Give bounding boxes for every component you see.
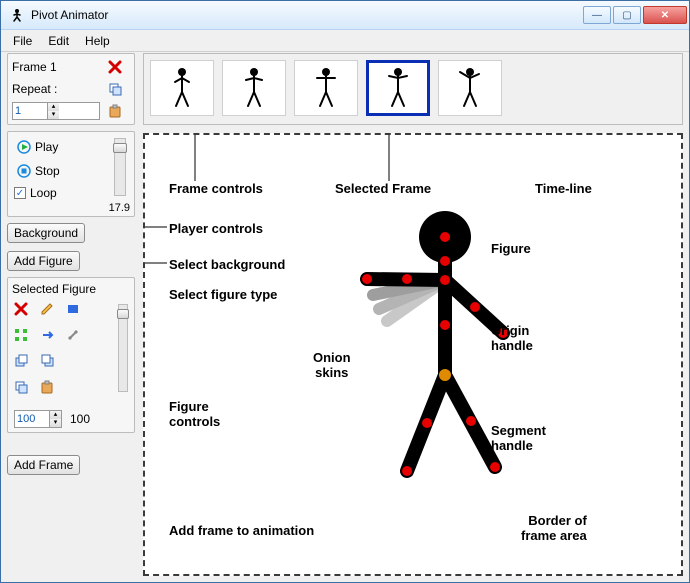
- play-label: Play: [35, 140, 58, 154]
- app-window: Pivot Animator — ▢ ✕ File Edit Help Fram…: [0, 0, 690, 583]
- edit-figure-icon[interactable]: [38, 300, 56, 318]
- selected-figure-header: Selected Figure: [12, 282, 130, 296]
- timeline-frame[interactable]: [222, 60, 286, 116]
- annot-add-frame: Add frame to animation: [169, 523, 314, 538]
- menu-edit[interactable]: Edit: [40, 32, 77, 50]
- app-icon: [9, 7, 25, 23]
- left-column: Frame 1 Repeat : ▴▾: [7, 53, 135, 481]
- timeline-frame[interactable]: [150, 60, 214, 116]
- minimize-button[interactable]: —: [583, 6, 611, 24]
- annot-border: Border of frame area: [521, 513, 587, 543]
- join-figure-icon[interactable]: [64, 326, 82, 344]
- figure-tools-grid: [12, 300, 130, 400]
- annot-player-controls: Player controls: [169, 221, 263, 236]
- close-button[interactable]: ✕: [643, 6, 687, 24]
- paste-figure-icon[interactable]: [38, 378, 56, 396]
- repeat-up[interactable]: ▴: [47, 103, 59, 111]
- loop-label: Loop: [30, 186, 57, 200]
- speed-slider-thumb[interactable]: [113, 143, 127, 153]
- loop-checkbox[interactable]: ✓: [14, 187, 26, 199]
- selected-figure-panel: Selected Figure: [7, 277, 135, 433]
- add-figure-button[interactable]: Add Figure: [7, 251, 80, 271]
- timeline-frame[interactable]: [294, 60, 358, 116]
- menubar: File Edit Help: [1, 30, 689, 52]
- lower-figure-icon[interactable]: [38, 352, 56, 370]
- annot-figure-controls: Figure controls: [169, 399, 220, 429]
- color-figure-icon[interactable]: [64, 300, 82, 318]
- scale-down[interactable]: ▾: [49, 419, 61, 427]
- repeat-spinner[interactable]: ▴▾: [12, 102, 100, 120]
- timeline-frame-selected[interactable]: [366, 60, 430, 116]
- repeat-input[interactable]: [13, 105, 47, 117]
- delete-figure-icon[interactable]: [12, 300, 30, 318]
- background-button[interactable]: Background: [7, 223, 85, 243]
- raise-figure-icon[interactable]: [12, 352, 30, 370]
- frame-label: Frame 1: [12, 60, 100, 74]
- fps-readout: 17.9: [109, 202, 130, 214]
- menu-help[interactable]: Help: [77, 32, 118, 50]
- titlebar: Pivot Animator — ▢ ✕: [1, 1, 689, 30]
- player-panel: Play Stop ✓ Loop 17.9: [7, 131, 135, 217]
- frame-area[interactable]: Frame controls Selected Frame Time-line …: [143, 133, 683, 576]
- add-frame-button[interactable]: Add Frame: [7, 455, 80, 475]
- play-button[interactable]: Play: [14, 138, 61, 156]
- frame-controls-panel: Frame 1 Repeat : ▴▾: [7, 53, 135, 125]
- delete-frame-icon[interactable]: [106, 58, 124, 76]
- window-buttons: — ▢ ✕: [581, 6, 687, 24]
- timeline-frame[interactable]: [438, 60, 502, 116]
- figure-scale-slider[interactable]: [118, 304, 128, 392]
- stop-button[interactable]: Stop: [14, 162, 63, 180]
- annot-select-figure-type: Select figure type: [169, 287, 277, 302]
- figure-scale-spinner[interactable]: ▴▾: [14, 410, 62, 428]
- repeat-down[interactable]: ▾: [47, 111, 59, 119]
- figure-scale-thumb[interactable]: [117, 309, 129, 319]
- annot-selected-frame: Selected Frame: [335, 181, 431, 196]
- figure-scale-input[interactable]: [15, 413, 49, 425]
- annot-select-background: Select background: [169, 257, 285, 272]
- speed-slider[interactable]: [114, 138, 126, 196]
- maximize-button[interactable]: ▢: [613, 6, 641, 24]
- client-area: Frame 1 Repeat : ▴▾: [7, 53, 683, 576]
- figure-scale-readout: 100: [70, 412, 90, 426]
- scale-up[interactable]: ▴: [49, 411, 61, 419]
- copy-frame-icon[interactable]: [106, 80, 124, 98]
- repeat-label: Repeat :: [12, 82, 100, 96]
- timeline[interactable]: [143, 53, 683, 125]
- center-figure-icon[interactable]: [12, 326, 30, 344]
- menu-file[interactable]: File: [5, 32, 40, 50]
- main-figure[interactable]: [315, 205, 575, 495]
- annot-frame-controls: Frame controls: [169, 181, 263, 196]
- window-title: Pivot Animator: [31, 8, 581, 22]
- paste-frame-icon[interactable]: [106, 102, 124, 120]
- flip-figure-icon[interactable]: [38, 326, 56, 344]
- canvas-wrap: Frame controls Selected Frame Time-line …: [143, 133, 683, 576]
- stop-label: Stop: [35, 164, 60, 178]
- annot-timeline: Time-line: [535, 181, 592, 196]
- copy-figure-icon[interactable]: [12, 378, 30, 396]
